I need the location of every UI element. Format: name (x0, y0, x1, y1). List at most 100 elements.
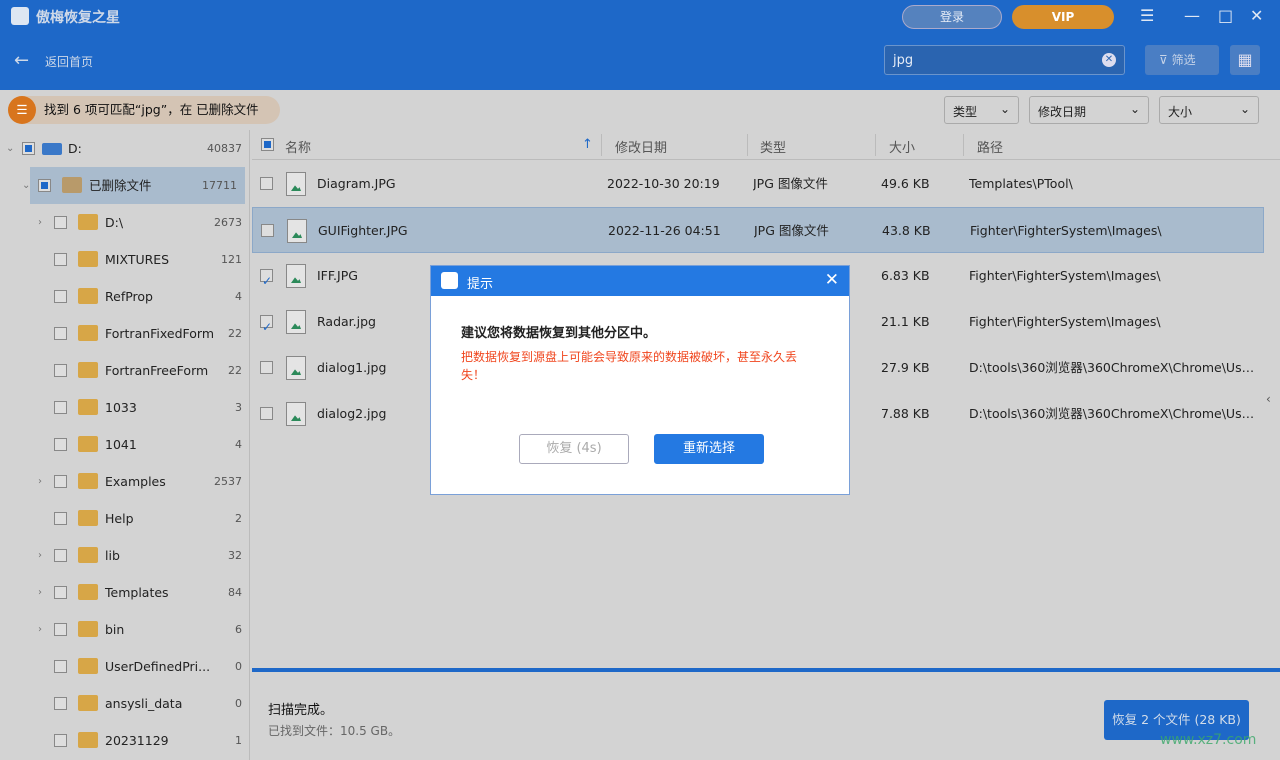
tree-checkbox[interactable] (54, 697, 67, 710)
vip-button[interactable]: VIP (1012, 5, 1114, 29)
tree-node[interactable]: › Examples 2537 (0, 463, 250, 500)
tree-node[interactable]: FortranFixedForm 22 (0, 315, 250, 352)
file-size: 43.8 KB (882, 223, 931, 238)
tree-checkbox[interactable] (54, 253, 67, 266)
back-home-link[interactable]: 返回首页 (45, 53, 93, 70)
tree-label: 已删除文件 (89, 178, 152, 193)
folder-tree: ⌄ D: 40837 ⌄ 已删除文件 17711 › D:\ 2673 MIXTURES 121 Re… (0, 130, 250, 760)
sort-asc-icon[interactable]: ↑ (582, 137, 593, 152)
file-size: 6.83 KB (881, 268, 930, 283)
tree-node[interactable]: › lib 32 (0, 537, 250, 574)
chevron-down-icon[interactable]: ⌄ (22, 167, 30, 204)
tree-checkbox[interactable] (54, 475, 67, 488)
tree-node[interactable]: 20231129 1 (0, 722, 250, 759)
tree-node[interactable]: › Templates 84 (0, 574, 250, 611)
tree-label: 1041 (105, 437, 137, 452)
tree-checkbox[interactable] (54, 512, 67, 525)
maximize-icon[interactable]: □ (1218, 6, 1233, 25)
folder-icon (78, 510, 98, 526)
tree-count: 0 (235, 660, 242, 673)
tree-checkbox[interactable] (54, 290, 67, 303)
file-row[interactable]: Diagram.JPG 2022-10-30 20:19 JPG 图像文件 49… (252, 161, 1264, 207)
tree-checkbox[interactable] (38, 179, 51, 192)
chevron-right-icon[interactable]: › (38, 611, 42, 648)
col-path[interactable]: 路径 (977, 137, 1003, 156)
image-file-icon (286, 264, 306, 288)
dialog-close-icon[interactable]: ✕ (825, 270, 839, 290)
row-checkbox[interactable] (260, 304, 273, 350)
folder-icon (78, 288, 98, 304)
dialog-title: 提示 (467, 277, 494, 292)
col-date[interactable]: 修改日期 (615, 137, 667, 156)
tree-checkbox[interactable] (54, 586, 67, 599)
row-checkbox[interactable] (261, 224, 274, 237)
tree-node[interactable]: ⌄ D: 40837 (0, 130, 250, 167)
search-input[interactable]: jpg ✕ (884, 45, 1125, 75)
app-title: 傲梅恢复之星 (36, 10, 120, 26)
tree-count: 32 (228, 549, 242, 562)
menu-icon[interactable]: ☰ (1140, 6, 1154, 25)
tree-node[interactable]: 1041 4 (0, 426, 250, 463)
tree-count: 84 (228, 586, 242, 599)
tree-checkbox[interactable] (54, 549, 67, 562)
file-date: 2022-10-30 20:19 (607, 176, 720, 191)
tree-node[interactable]: 1033 3 (0, 389, 250, 426)
tree-checkbox[interactable] (54, 438, 67, 451)
tree-checkbox[interactable] (54, 623, 67, 636)
row-checkbox[interactable] (260, 361, 273, 374)
chevron-right-icon[interactable]: › (38, 204, 42, 241)
col-name[interactable]: 名称 (285, 137, 311, 156)
recover-countdown-button[interactable]: 恢复 (4s) (519, 434, 629, 464)
tree-label: Examples (105, 474, 166, 489)
tree-node[interactable]: › bin 6 (0, 611, 250, 648)
file-size: 7.88 KB (881, 406, 930, 421)
date-dropdown[interactable]: 修改日期 ⌄ (1029, 96, 1149, 124)
tree-label: 1033 (105, 400, 137, 415)
tree-checkbox[interactable] (54, 401, 67, 414)
tree-checkbox[interactable] (54, 216, 67, 229)
tree-node[interactable]: MIXTURES 121 (0, 241, 250, 278)
tree-label: 20231129 (105, 733, 169, 748)
row-checkbox[interactable] (260, 177, 273, 190)
clear-search-icon[interactable]: ✕ (1102, 53, 1116, 67)
chevron-down-icon[interactable]: ⌄ (6, 130, 14, 167)
chevron-right-icon[interactable]: › (38, 537, 42, 574)
tree-node[interactable]: FortranFreeForm 22 (0, 352, 250, 389)
folder-icon (78, 473, 98, 489)
file-row[interactable]: GUIFighter.JPG 2022-11-26 04:51 JPG 图像文件… (252, 207, 1264, 253)
login-button[interactable]: 登录 (902, 5, 1002, 29)
select-all-checkbox[interactable] (261, 138, 274, 151)
chevron-right-icon[interactable]: › (38, 463, 42, 500)
collapse-panel-icon[interactable]: ‹ (1266, 392, 1271, 406)
filter-button[interactable]: ⊽ 筛选 (1145, 45, 1219, 75)
minimize-icon[interactable]: — (1184, 6, 1200, 25)
tree-checkbox[interactable] (54, 327, 67, 340)
col-size[interactable]: 大小 (889, 137, 915, 156)
tree-checkbox[interactable] (54, 734, 67, 747)
tree-node[interactable]: ansysli_data 0 (0, 685, 250, 722)
tree-node[interactable]: ⌄ 已删除文件 17711 (22, 167, 245, 204)
dropdown-label: 修改日期 (1038, 105, 1087, 119)
size-dropdown[interactable]: 大小 ⌄ (1159, 96, 1259, 124)
chevron-down-icon: ⌄ (1129, 102, 1140, 116)
tree-count: 4 (235, 438, 242, 451)
close-icon[interactable]: ✕ (1250, 6, 1263, 25)
file-type: JPG 图像文件 (753, 176, 828, 191)
reselect-button[interactable]: 重新选择 (654, 434, 764, 464)
tree-label: bin (105, 622, 125, 637)
tree-checkbox[interactable] (54, 364, 67, 377)
tree-checkbox[interactable] (22, 142, 35, 155)
tree-node[interactable]: RefProp 4 (0, 278, 250, 315)
grid-view-icon[interactable]: ▦ (1230, 45, 1260, 75)
tree-node[interactable]: UserDefinedPri... 0 (0, 648, 250, 685)
back-arrow-icon[interactable]: ← (14, 50, 29, 71)
type-dropdown[interactable]: 类型 ⌄ (944, 96, 1019, 124)
row-checkbox[interactable] (260, 407, 273, 420)
tree-node[interactable]: › D:\ 2673 (0, 204, 250, 241)
tree-node[interactable]: Help 2 (0, 500, 250, 537)
row-checkbox[interactable] (260, 258, 273, 304)
tree-checkbox[interactable] (54, 660, 67, 673)
col-type[interactable]: 类型 (760, 137, 786, 156)
table-header: 名称 ↑ 修改日期 类型 大小 路径 (252, 130, 1280, 160)
chevron-right-icon[interactable]: › (38, 574, 42, 611)
